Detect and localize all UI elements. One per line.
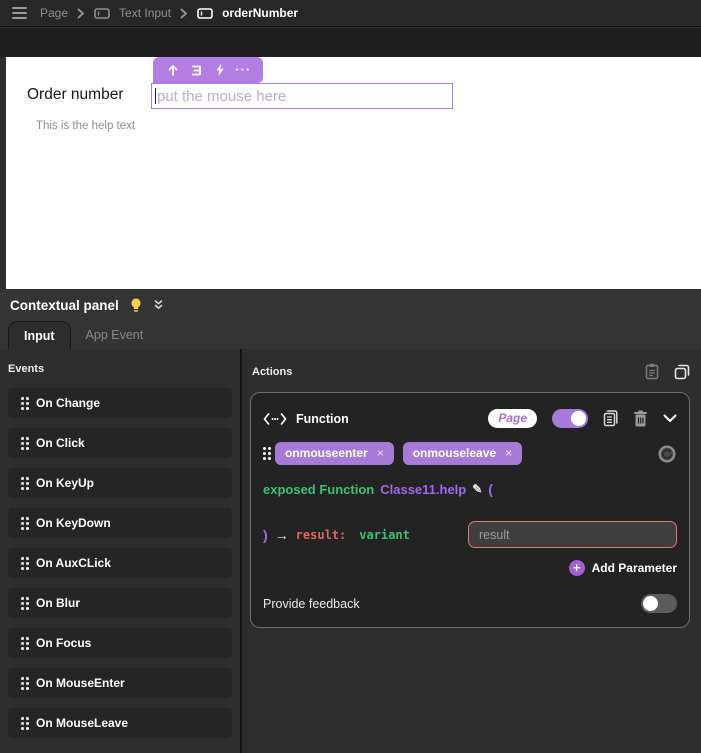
select-parent-icon[interactable]	[163, 60, 183, 80]
tag-label: onmouseleave	[413, 446, 496, 460]
contextual-panel: Contextual panel Input App Event Events …	[0, 289, 701, 753]
actions-title: Actions	[252, 366, 292, 378]
arrow-right-icon: →	[275, 527, 289, 543]
feedback-toggle[interactable]	[641, 594, 677, 613]
event-item-on-click[interactable]: On Click	[8, 428, 232, 458]
function-name: Classe11.help	[380, 482, 466, 497]
event-item-on-change[interactable]: On Change	[8, 388, 232, 418]
result-row: ) → result: variant	[263, 521, 677, 548]
actions-panel: Actions Function	[242, 349, 701, 753]
event-item-on-mouseleave[interactable]: On MouseLeave	[8, 708, 232, 738]
event-item-label: On MouseLeave	[36, 716, 128, 730]
element-toolbar[interactable]: ···	[153, 57, 263, 83]
text-input-icon	[197, 8, 213, 19]
lightning-icon[interactable]	[210, 60, 230, 80]
canvas-backdrop	[0, 28, 701, 57]
trigger-tags-row: onmouseenter × onmouseleave ×	[263, 442, 677, 465]
edit-function-icon[interactable]: ✎	[472, 482, 482, 496]
event-item-on-mouseenter[interactable]: On MouseEnter	[8, 668, 232, 698]
breadcrumb-bar: Page Text Input orderNumber	[0, 0, 701, 27]
tab-app-event[interactable]: App Event	[71, 321, 159, 349]
scope-badge[interactable]: Page	[488, 409, 537, 428]
drag-handle-icon[interactable]	[21, 717, 24, 720]
drag-handle-icon[interactable]	[21, 557, 24, 560]
signature-keyword: exposed Function	[263, 482, 374, 497]
contextual-panel-header: Contextual panel	[0, 289, 701, 321]
collapse-panel-icon[interactable]	[153, 299, 164, 311]
text-input-icon	[94, 8, 110, 19]
add-parameter-button[interactable]: Add Parameter	[592, 561, 677, 575]
reset-icon[interactable]	[657, 444, 677, 464]
paste-icon[interactable]	[645, 363, 660, 380]
chevron-right-icon	[180, 8, 188, 19]
event-item-label: On AuxCLick	[36, 556, 111, 570]
result-label: result:	[296, 528, 347, 542]
drag-handle-icon[interactable]	[21, 677, 24, 680]
function-title: Function	[296, 412, 349, 426]
event-item-on-keyup[interactable]: On KeyUp	[8, 468, 232, 498]
open-paren: (	[488, 481, 493, 497]
event-item-label: On KeyUp	[36, 476, 94, 490]
event-item-on-keydown[interactable]: On KeyDown	[8, 508, 232, 538]
tag-onmouseleave[interactable]: onmouseleave ×	[403, 442, 522, 465]
close-paren: )	[263, 527, 268, 543]
function-enabled-toggle[interactable]	[552, 409, 588, 428]
add-parameter-row: + Add Parameter	[263, 560, 677, 576]
breadcrumb-text-input[interactable]: Text Input	[119, 6, 171, 20]
panel-body: Events On Change On Click On KeyUp On Ke…	[0, 349, 701, 753]
feedback-row: Provide feedback	[263, 594, 677, 613]
event-item-label: On KeyDown	[36, 516, 111, 530]
text-caret	[155, 88, 156, 104]
feedback-label: Provide feedback	[263, 597, 360, 611]
function-card-header: Function Page	[263, 409, 677, 428]
panel-title: Contextual panel	[10, 298, 119, 313]
events-panel: Events On Change On Click On KeyUp On Ke…	[0, 349, 240, 753]
collapse-card-icon[interactable]	[663, 414, 677, 423]
event-item-on-blur[interactable]: On Blur	[8, 588, 232, 618]
order-number-input[interactable]	[151, 83, 453, 109]
drag-handle-icon[interactable]	[263, 447, 266, 450]
drag-handle-icon[interactable]	[21, 397, 24, 400]
events-title: Events	[8, 363, 232, 375]
actions-header: Actions	[250, 363, 690, 380]
copy-action-icon[interactable]	[603, 410, 618, 427]
panel-tabs: Input App Event	[0, 321, 701, 349]
page-canvas: ··· Order number This is the help text	[6, 57, 701, 289]
tag-label: onmouseenter	[285, 446, 368, 460]
function-card: Function Page	[250, 392, 690, 628]
function-signature: exposed Function Classe11.help ✎ (	[263, 481, 677, 497]
menu-icon[interactable]	[12, 7, 27, 19]
remove-tag-icon[interactable]: ×	[505, 448, 512, 458]
drag-handle-icon[interactable]	[21, 597, 24, 600]
tag-onmouseenter[interactable]: onmouseenter ×	[275, 442, 394, 465]
drag-handle-icon[interactable]	[21, 477, 24, 480]
copy-all-icon[interactable]	[674, 364, 690, 380]
help-text: This is the help text	[36, 120, 135, 132]
event-item-label: On Change	[36, 396, 100, 410]
lines-bracket-icon[interactable]	[186, 60, 206, 80]
drag-handle-icon[interactable]	[21, 517, 24, 520]
event-item-on-auxclick[interactable]: On AuxCLick	[8, 548, 232, 578]
event-item-label: On Blur	[36, 596, 80, 610]
breadcrumb-order-number[interactable]: orderNumber	[222, 6, 298, 20]
chevron-right-icon	[77, 8, 85, 19]
more-options-icon[interactable]: ···	[233, 60, 253, 80]
result-value-input[interactable]	[468, 521, 677, 548]
delete-action-icon[interactable]	[633, 410, 648, 427]
drag-handle-icon[interactable]	[21, 637, 24, 640]
remove-tag-icon[interactable]: ×	[377, 448, 384, 458]
lightbulb-icon[interactable]	[130, 298, 142, 313]
function-icon	[263, 413, 287, 425]
event-item-label: On MouseEnter	[36, 676, 125, 690]
event-item-label: On Focus	[36, 636, 91, 650]
order-number-label: Order number	[27, 86, 123, 104]
result-type: variant	[359, 528, 410, 542]
order-number-field	[151, 83, 453, 109]
breadcrumb-page[interactable]: Page	[40, 6, 68, 20]
plus-icon[interactable]: +	[569, 560, 585, 576]
event-item-on-focus[interactable]: On Focus	[8, 628, 232, 658]
tab-input[interactable]: Input	[8, 321, 71, 349]
event-item-label: On Click	[36, 436, 85, 450]
drag-handle-icon[interactable]	[21, 437, 24, 440]
